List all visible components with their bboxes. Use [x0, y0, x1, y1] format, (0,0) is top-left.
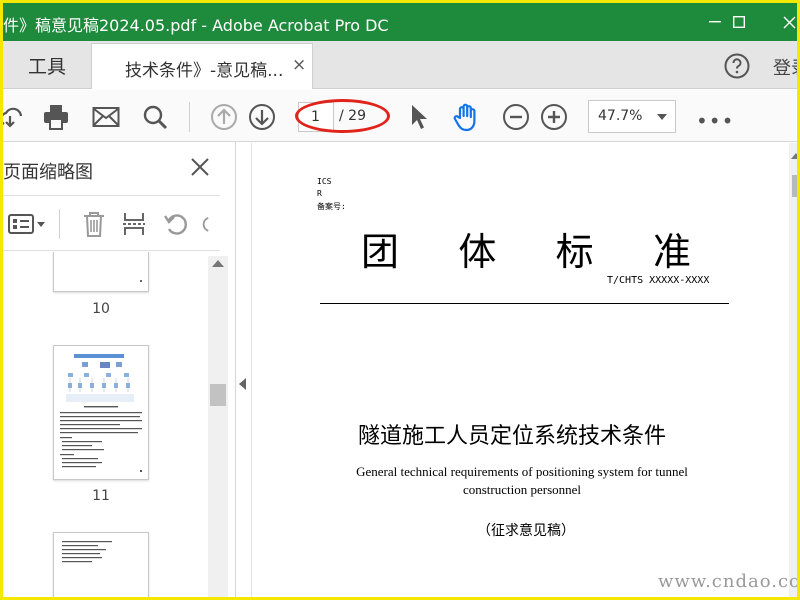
doc-meta-record: 备案号:: [317, 202, 346, 211]
close-icon: [783, 16, 795, 28]
rotate-left-icon: [164, 214, 187, 235]
pane-toolbar-divider: [59, 209, 60, 239]
doc-title-zh: 隧道施工人员定位系统技术条件: [358, 424, 667, 449]
document-scrollbar[interactable]: [789, 143, 797, 597]
thumbnail-number: 11: [92, 488, 110, 504]
rotate-right-button[interactable]: [199, 209, 219, 239]
standard-number: T/CHTS XXXXX-XXXX: [607, 275, 710, 286]
tab-bar: 工具 技术条件》-意见稿... × 登录: [3, 41, 797, 89]
arrow-up-circle-icon: [211, 104, 237, 130]
arrow-down-circle-icon: [249, 104, 275, 130]
cloud-save-icon: [3, 107, 23, 128]
thumbnail-number: 10: [92, 301, 110, 317]
title-bar: 件》稿意见稿2024.05.pdf - Adobe Acrobat Pro DC: [3, 3, 797, 41]
hand-tool-button[interactable]: [452, 102, 482, 132]
maximize-button[interactable]: [719, 7, 759, 37]
toolbar-divider: [189, 102, 190, 132]
page-12-preview: [62, 541, 112, 563]
pane-title: 页面缩略图: [3, 162, 93, 183]
trash-icon: [84, 212, 104, 237]
doc-title-en-line1: General technical requirements of positi…: [356, 464, 688, 479]
scroll-up-icon[interactable]: [791, 153, 797, 159]
plus-circle-icon: [541, 104, 567, 130]
email-button[interactable]: [91, 102, 121, 132]
doc-heading-char: 团: [361, 230, 400, 274]
doc-meta-ics: ICS: [317, 177, 332, 186]
doc-heading-char: 标: [555, 230, 594, 274]
heading-rule: [320, 303, 729, 304]
mail-icon: [92, 107, 120, 127]
signin-link[interactable]: 登录: [773, 54, 797, 80]
more-tools-button[interactable]: •••: [696, 109, 734, 133]
minus-circle-icon: [503, 104, 529, 130]
watermark: www.cndao.com: [658, 571, 800, 592]
hand-icon: [453, 103, 476, 132]
delete-page-button[interactable]: [79, 209, 109, 239]
select-tool-button[interactable]: [404, 102, 434, 132]
rotate-right-icon: [202, 216, 209, 232]
pane-close-button[interactable]: [189, 156, 213, 180]
thumbnail-page-11[interactable]: [53, 345, 149, 480]
doc-title-en: General technical requirements of positi…: [321, 463, 723, 499]
help-button[interactable]: [724, 53, 750, 79]
window-title: 件》稿意见稿2024.05.pdf - Adobe Acrobat Pro DC: [3, 16, 389, 35]
print-button[interactable]: [41, 102, 71, 132]
app-window: 件》稿意见稿2024.05.pdf - Adobe Acrobat Pro DC…: [0, 0, 800, 600]
thumbnail-page-10[interactable]: [53, 252, 149, 292]
previous-page-button[interactable]: [209, 102, 239, 132]
thumbnail-list: 10 11: [3, 252, 208, 597]
collapse-pane-icon[interactable]: [239, 378, 246, 390]
help-icon: [724, 53, 750, 79]
scrollbar-thumb[interactable]: [792, 175, 797, 197]
doc-heading-char: 体: [458, 230, 497, 274]
zoom-value: 47.7%: [598, 108, 643, 124]
search-button[interactable]: [140, 102, 170, 132]
doc-title-en-line2: construction personnel: [462, 482, 582, 497]
extract-page-button[interactable]: [119, 209, 149, 239]
tab-document[interactable]: 技术条件》-意见稿... ×: [91, 43, 313, 89]
zoom-select[interactable]: 47.7%: [588, 100, 676, 133]
close-window-button[interactable]: [769, 7, 797, 37]
scrollbar-thumb[interactable]: [210, 384, 226, 406]
page-thumbnails-pane: 页面缩略图 10 11: [3, 142, 236, 597]
thumbnail-page-12[interactable]: [53, 532, 149, 597]
tab-close-icon[interactable]: ×: [292, 55, 306, 75]
doc-heading-char: 准: [652, 230, 691, 274]
thumbnail-scrollbar[interactable]: [208, 256, 228, 597]
zoom-in-button[interactable]: [539, 102, 569, 132]
thumbnail-toolbar: [3, 195, 220, 251]
doc-heading: 团 体 标 准: [361, 221, 691, 276]
doc-meta-r: R: [317, 189, 322, 198]
main-toolbar: 1 / 29 47.7% •••: [3, 90, 797, 142]
chevron-down-icon: [657, 114, 667, 120]
zoom-out-button[interactable]: [501, 102, 531, 132]
page-11-preview: [60, 354, 142, 472]
scroll-up-icon[interactable]: [212, 260, 224, 267]
close-icon: [191, 158, 209, 176]
save-button[interactable]: [3, 102, 25, 132]
tab-document-label: 技术条件》-意见稿...: [125, 61, 284, 81]
extract-pages-icon: [123, 213, 145, 235]
search-icon: [143, 105, 168, 130]
options-menu-icon: [8, 214, 45, 234]
cursor-arrow-icon: [412, 105, 427, 129]
next-page-button[interactable]: [247, 102, 277, 132]
tab-tools[interactable]: 工具: [3, 41, 91, 89]
thumbnail-options-button[interactable]: [7, 209, 47, 239]
maximize-icon: [733, 16, 745, 28]
print-icon: [44, 105, 68, 130]
draft-note: （征求意见稿）: [477, 523, 575, 539]
page-number-highlight: [295, 99, 390, 133]
rotate-left-button[interactable]: [161, 209, 191, 239]
